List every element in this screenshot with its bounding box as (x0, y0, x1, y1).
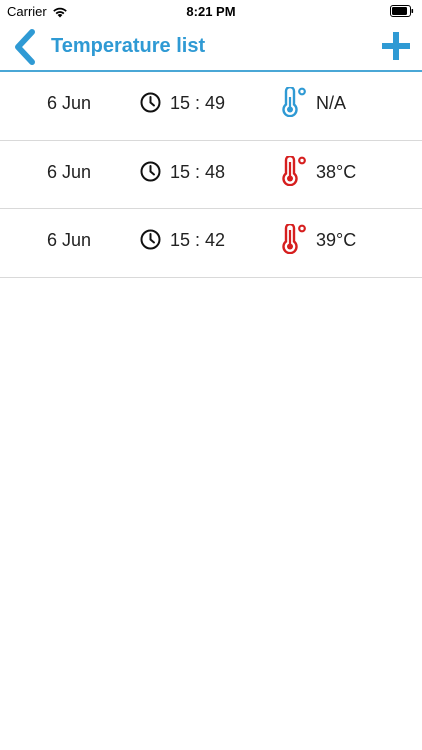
reading-date: 6 Jun (47, 161, 92, 182)
reading-time: 15 : 48 (170, 161, 226, 182)
reading-time: 15 : 42 (170, 230, 226, 250)
navigation-bar: Temperature list (0, 22, 422, 72)
clock-icon (140, 161, 161, 181)
status-bar: Carrier 8:21 PM (0, 0, 422, 22)
back-button[interactable] (10, 28, 44, 66)
page-title: Temperature list (51, 35, 206, 57)
list-item[interactable]: 6 Jun 15 : 42 39°C (0, 209, 422, 278)
thermometer-red-icon (282, 155, 306, 186)
temperature-list: 6 Jun 15 : 49 N/A 6 Jun 15 : 48 38°C 6 J… (0, 72, 422, 278)
clock-icon (140, 92, 161, 113)
reading-date: 6 Jun (47, 93, 92, 113)
reading-date: 6 Jun (47, 230, 92, 250)
reading-temperature: 38°C (316, 161, 357, 182)
add-button[interactable] (382, 32, 410, 60)
reading-time: 15 : 49 (170, 93, 226, 113)
battery-icon (390, 5, 414, 17)
clock-icon (140, 229, 161, 250)
reading-temperature: 39°C (316, 230, 357, 250)
reading-temperature: N/A (316, 93, 347, 113)
list-item[interactable]: 6 Jun 15 : 48 38°C (0, 141, 422, 209)
thermometer-red-icon (282, 224, 306, 254)
status-time: 8:21 PM (186, 4, 236, 19)
list-item[interactable]: 6 Jun 15 : 49 N/A (0, 72, 422, 141)
thermometer-blue-icon (282, 87, 306, 117)
